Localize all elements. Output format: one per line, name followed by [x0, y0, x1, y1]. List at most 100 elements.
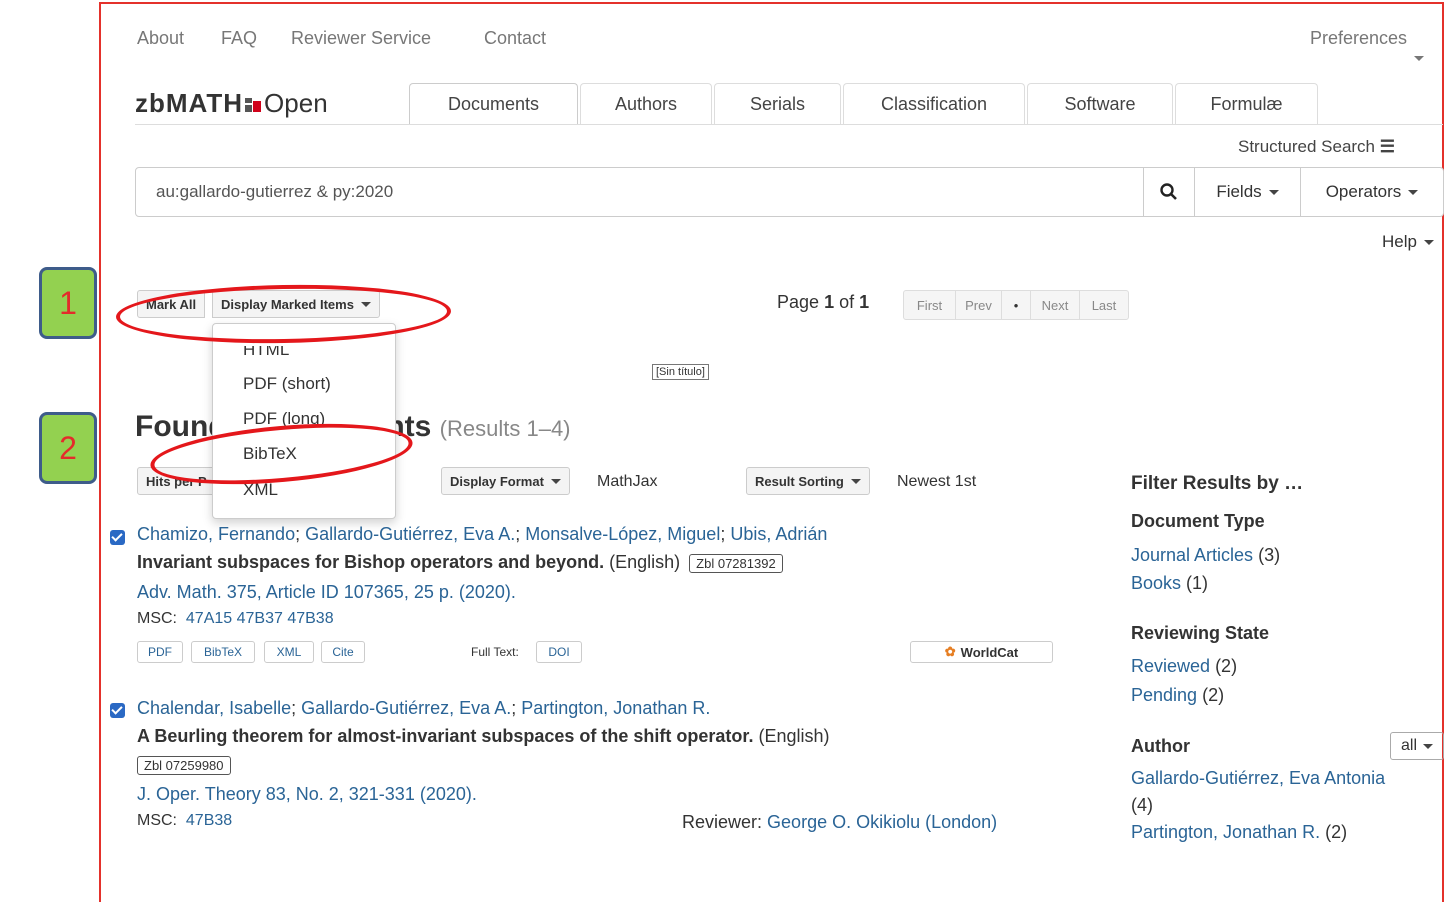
author-filter-value: all: [1400, 737, 1417, 754]
structured-search-link[interactable]: Structured Search ☰: [1238, 137, 1395, 157]
result-language: (English): [758, 726, 830, 746]
author-link[interactable]: Chalendar, Isabelle: [137, 698, 291, 718]
sorting-value: Newest 1st: [897, 473, 977, 490]
filter-books[interactable]: Books (1): [1131, 573, 1208, 594]
zbl-badge[interactable]: Zbl 07281392: [689, 554, 783, 573]
filter-count: (3): [1258, 545, 1281, 565]
result-authors: Chamizo, Fernando; Gallardo-Gutiérrez, E…: [137, 524, 828, 544]
result-source[interactable]: J. Oper. Theory 83, No. 2, 321-331 (2020…: [137, 784, 477, 805]
operators-label: Operators: [1325, 182, 1402, 201]
help-label: Help: [1382, 232, 1417, 251]
tab-divider: [135, 124, 1443, 125]
search-query: au:gallardo-gutierrez & py:2020: [156, 182, 394, 201]
result-reviewer: Reviewer: George O. Okikiolu (London): [682, 812, 997, 833]
chevron-down-icon: [1414, 56, 1425, 61]
author-link[interactable]: Chamizo, Fernando: [137, 524, 295, 544]
chevron-down-icon: [1423, 240, 1434, 246]
pager-last[interactable]: Last: [1079, 290, 1129, 320]
filter-pending[interactable]: Pending (2): [1131, 685, 1224, 706]
author-filter-select[interactable]: all: [1390, 732, 1444, 760]
pager-prev[interactable]: Prev: [955, 290, 1002, 320]
filter-link: Gallardo-Gutiérrez, Eva Antonia: [1131, 768, 1386, 788]
reviewing-state-heading: Reviewing State: [1131, 623, 1270, 643]
logo-mark-icon: [245, 98, 262, 112]
logo-text: zbMATH: [135, 88, 244, 118]
xml-button[interactable]: XML: [264, 641, 314, 663]
reviewer-link[interactable]: George O. Okikiolu (London): [767, 812, 997, 832]
document-type-heading: Document Type: [1131, 511, 1265, 531]
page-indicator: Page 1 of 1: [777, 292, 869, 313]
result-sorting-label: Result Sorting: [755, 473, 844, 489]
fields-dropdown[interactable]: Fields: [1194, 167, 1301, 217]
tab-documents[interactable]: Documents: [409, 83, 578, 125]
result-msc: MSC: 47A15 47B37 47B38: [137, 610, 334, 628]
page-current: 1: [824, 292, 835, 312]
chevron-down-icon: [1408, 189, 1419, 195]
author-link[interactable]: Monsalve-López, Miguel: [525, 524, 720, 544]
filter-reviewed[interactable]: Reviewed (2): [1131, 656, 1237, 677]
zbl-badge[interactable]: Zbl 07259980: [137, 756, 231, 775]
result-source[interactable]: Adv. Math. 375, Article ID 107365, 25 p.…: [137, 582, 516, 603]
result-title[interactable]: A Beurling theorem for almost-invariant …: [137, 726, 753, 746]
result-sorting-button[interactable]: Result Sorting: [746, 467, 870, 495]
display-format-button[interactable]: Display Format: [441, 467, 570, 495]
filter-journal-articles[interactable]: Journal Articles (3): [1131, 545, 1280, 566]
filter-link: Journal Articles: [1131, 545, 1254, 565]
pager-current[interactable]: •: [1001, 290, 1031, 320]
filter-count: (2): [1202, 685, 1225, 705]
pdf-button[interactable]: PDF: [137, 641, 183, 663]
pager-next[interactable]: Next: [1030, 290, 1080, 320]
msc-code[interactable]: 47B38: [186, 812, 232, 829]
filter-author-1[interactable]: Gallardo-Gutiérrez, Eva Antonia: [1131, 768, 1385, 789]
tab-software[interactable]: Software: [1027, 83, 1173, 125]
msc-code[interactable]: 47A15: [186, 610, 232, 627]
result-checkbox[interactable]: [110, 703, 125, 718]
search-button[interactable]: [1143, 167, 1195, 217]
worldcat-button[interactable]: ✿ WorldCat: [910, 641, 1053, 663]
worldcat-icon: ✿: [944, 644, 956, 659]
tab-authors[interactable]: Authors: [580, 83, 712, 125]
msc-code[interactable]: 47B37: [237, 610, 283, 627]
logo-open: Open: [264, 88, 328, 118]
filter-link: Partington, Jonathan R.: [1131, 822, 1321, 842]
operators-dropdown[interactable]: Operators: [1300, 167, 1444, 217]
author-link[interactable]: Partington, Jonathan R.: [521, 698, 710, 718]
cite-button[interactable]: Cite: [321, 641, 365, 663]
nav-contact[interactable]: Contact: [484, 28, 546, 49]
author-link[interactable]: Ubis, Adrián: [730, 524, 827, 544]
chevron-down-icon: [550, 478, 561, 484]
filter-link: Books: [1131, 573, 1182, 593]
result-checkbox[interactable]: [110, 530, 125, 545]
nav-faq[interactable]: FAQ: [221, 28, 257, 49]
filter-link: Reviewed: [1131, 656, 1211, 676]
zbmath-logo[interactable]: zbMATH Open: [135, 88, 328, 119]
full-text-label: Full Text:: [471, 645, 519, 659]
author-link[interactable]: Gallardo-Gutiérrez, Eva A.: [305, 524, 515, 544]
results-count: (Results 1–4): [439, 416, 571, 441]
author-link[interactable]: Gallardo-Gutiérrez, Eva A.: [301, 698, 511, 718]
filter-count: (2): [1325, 822, 1348, 842]
page-of: of: [839, 292, 855, 312]
help-menu[interactable]: Help: [1382, 232, 1434, 252]
author-heading: Author: [1131, 736, 1190, 756]
result-title[interactable]: Invariant subspaces for Bishop operators…: [137, 552, 604, 572]
msc-code[interactable]: 47B38: [287, 610, 333, 627]
tab-classification[interactable]: Classification: [843, 83, 1025, 125]
preferences-menu[interactable]: Preferences: [1310, 28, 1425, 61]
filter-link: Pending: [1131, 685, 1198, 705]
filter-count: (1): [1186, 573, 1209, 593]
nav-about[interactable]: About: [137, 28, 184, 49]
doi-button[interactable]: DOI: [536, 641, 582, 663]
tab-formulae[interactable]: Formulæ: [1175, 83, 1318, 125]
bibtex-button[interactable]: BibTeX: [191, 641, 255, 663]
preferences-label: Preferences: [1310, 28, 1408, 48]
dropdown-item-pdf-short[interactable]: PDF (short): [243, 374, 331, 394]
list-icon: ☰: [1379, 137, 1395, 156]
display-format-label: Display Format: [450, 473, 544, 489]
search-icon: [1160, 183, 1177, 200]
tab-serials[interactable]: Serials: [714, 83, 841, 125]
pager-first[interactable]: First: [903, 290, 956, 320]
search-input[interactable]: au:gallardo-gutierrez & py:2020: [135, 167, 1144, 217]
page-label: Page: [777, 292, 820, 312]
nav-reviewer-service[interactable]: Reviewer Service: [291, 28, 431, 49]
